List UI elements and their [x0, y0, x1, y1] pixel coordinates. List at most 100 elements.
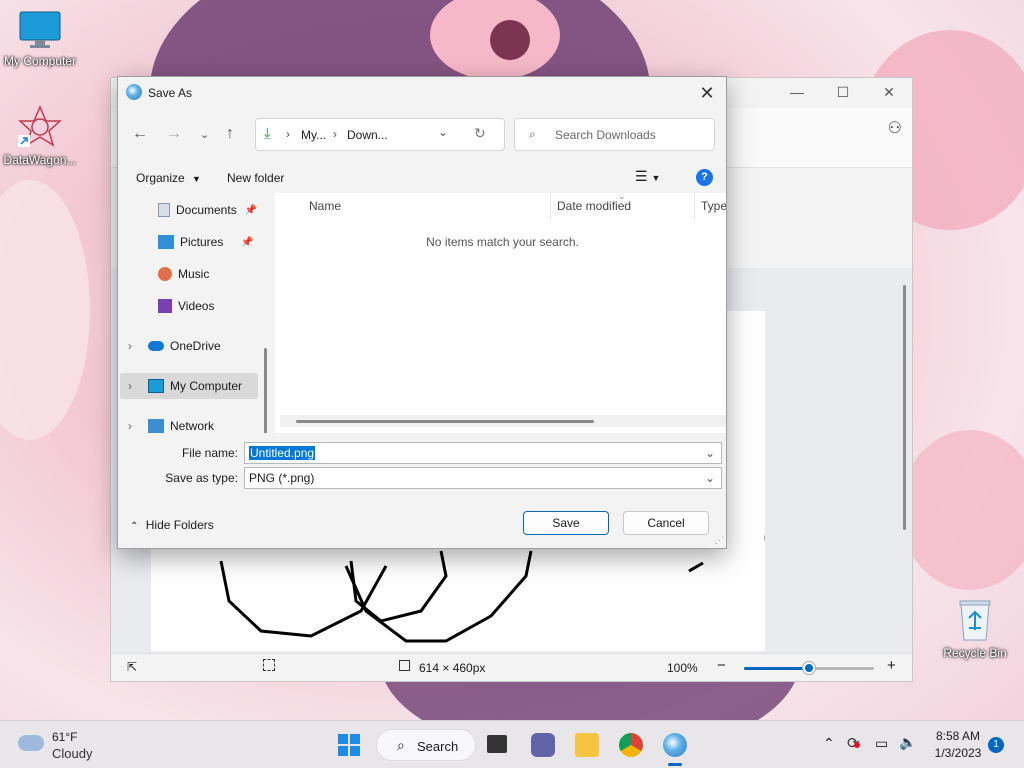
- monitor-icon: [18, 10, 62, 50]
- clock-date: 1/3/2023: [934, 746, 982, 760]
- maximize-icon[interactable]: ☐: [820, 78, 866, 108]
- column-header-date-modified[interactable]: Date modified: [557, 193, 631, 219]
- zoom-out-button[interactable]: −: [717, 657, 726, 674]
- chevron-down-icon[interactable]: ⌄: [705, 443, 715, 463]
- nav-item-label: Pictures: [180, 235, 224, 249]
- nav-item-label: Network: [170, 419, 215, 433]
- windows-logo-icon: [338, 734, 348, 744]
- search-box[interactable]: ⌕ Search Downloads: [514, 118, 715, 151]
- forward-arrow-icon[interactable]: →: [166, 125, 182, 143]
- view-options-icon[interactable]: ☰ ▼: [635, 168, 660, 185]
- taskbar-search-button[interactable]: ⌕ Search: [376, 729, 476, 761]
- sync-alert-icon[interactable]: ⟳: [847, 734, 860, 752]
- organize-button[interactable]: Organize ▼: [136, 171, 201, 185]
- new-folder-button[interactable]: New folder: [227, 171, 284, 185]
- nav-pane-scrollbar[interactable]: [264, 348, 267, 433]
- address-bar[interactable]: ⤓ › My... › Down... ⌄ ↻: [255, 118, 505, 151]
- canvas-size-label: 614 × 460px: [419, 661, 486, 675]
- taskbar-search-label: Search: [417, 739, 459, 754]
- share-icon[interactable]: ⚇: [888, 118, 902, 138]
- paint-titlebar-controls: — ☐ ✕: [732, 78, 912, 108]
- desktop-icon-datawagon[interactable]: DataWagon...: [0, 105, 80, 167]
- nav-item-my-computer[interactable]: › My Computer: [120, 373, 258, 399]
- dialog-nav-row: ← → ⌄ ↑ ⤓ › My... › Down... ⌄ ↻ ⌕ Search…: [118, 115, 726, 153]
- desktop-icon-recycle-bin[interactable]: Recycle Bin: [935, 598, 1015, 660]
- nav-item-pictures[interactable]: Pictures 📌: [120, 229, 258, 255]
- pin-icon: 📌: [244, 204, 258, 216]
- nav-item-label: My Computer: [170, 379, 243, 393]
- nav-item-music[interactable]: Music: [120, 261, 258, 287]
- weather-condition: Cloudy: [52, 746, 93, 761]
- chevron-down-icon: ▼: [192, 174, 201, 184]
- documents-icon: [158, 203, 170, 217]
- vertical-scrollbar[interactable]: [903, 285, 906, 530]
- cancel-button[interactable]: Cancel: [623, 511, 709, 535]
- save-type-select[interactable]: PNG (*.png) ⌄: [244, 467, 722, 489]
- nav-item-onedrive[interactable]: › OneDrive: [120, 333, 258, 359]
- address-dropdown-chevron-icon[interactable]: ⌄: [438, 125, 448, 139]
- nav-item-network[interactable]: › Network: [120, 413, 258, 433]
- horizontal-scrollbar[interactable]: [280, 415, 726, 427]
- dialog-title: Save As: [148, 86, 193, 100]
- column-header-name[interactable]: Name: [309, 193, 341, 219]
- windows-logo-icon: [338, 746, 348, 756]
- minimize-icon[interactable]: —: [774, 78, 820, 108]
- show-hidden-icons-chevron-icon[interactable]: ⌃: [823, 735, 835, 752]
- clock[interactable]: 8:58 AM 1/3/2023: [930, 729, 986, 760]
- breadcrumb-segment-my[interactable]: My...: [301, 128, 326, 142]
- command-bar: Organize ▼ New folder ☰ ▼ ?: [118, 163, 726, 193]
- horizontal-scrollbar-thumb[interactable]: [296, 420, 594, 423]
- notification-badge[interactable]: 1: [988, 737, 1004, 753]
- help-icon[interactable]: ?: [696, 169, 713, 186]
- network-status-icon[interactable]: ▭: [875, 735, 888, 752]
- back-arrow-icon[interactable]: ←: [132, 125, 148, 143]
- recycle-bin-icon: [957, 598, 993, 642]
- search-icon: ⌕: [529, 127, 536, 141]
- task-view-icon[interactable]: [487, 735, 507, 753]
- nav-item-videos[interactable]: Videos: [120, 293, 258, 319]
- teams-chat-icon[interactable]: [531, 733, 555, 757]
- organize-label: Organize: [136, 171, 185, 185]
- breadcrumb-segment-downloads[interactable]: Down...: [347, 128, 388, 142]
- recent-locations-chevron-icon[interactable]: ⌄: [200, 128, 209, 141]
- hide-folders-label: Hide Folders: [145, 518, 214, 532]
- expand-chevron-icon[interactable]: ›: [128, 419, 148, 433]
- search-icon: ⌕: [397, 737, 405, 753]
- desktop-icon-my-computer[interactable]: My Computer: [0, 10, 80, 68]
- active-app-indicator: [668, 763, 682, 766]
- expand-chevron-icon[interactable]: ›: [128, 339, 148, 353]
- zoom-in-button[interactable]: +: [887, 657, 896, 674]
- start-button[interactable]: [338, 734, 360, 756]
- desktop-icon-label: Recycle Bin: [943, 646, 1007, 660]
- cloud-icon: [18, 735, 44, 751]
- zoom-level-label: 100%: [667, 661, 698, 675]
- resize-grip-icon[interactable]: ⋰: [715, 535, 724, 546]
- zoom-slider[interactable]: [744, 662, 874, 674]
- navigation-pane: Documents 📌 Pictures 📌 Music Videos › On…: [118, 193, 273, 433]
- expand-chevron-icon[interactable]: ›: [128, 379, 148, 393]
- file-name-row: File name: Untitled.png ⌄: [118, 442, 726, 464]
- chrome-icon[interactable]: [619, 733, 643, 757]
- save-button[interactable]: Save: [523, 511, 609, 535]
- refresh-icon[interactable]: ↻: [474, 125, 486, 142]
- nav-item-label: Music: [178, 267, 210, 281]
- up-arrow-icon[interactable]: ↑: [226, 125, 234, 143]
- column-header-type[interactable]: Type: [701, 193, 726, 219]
- dialog-titlebar: Save As ✕: [118, 77, 726, 109]
- column-divider: [694, 193, 695, 219]
- chevron-down-icon[interactable]: ⌄: [705, 468, 715, 488]
- file-name-input[interactable]: Untitled.png ⌄: [244, 442, 722, 464]
- paint-taskbar-icon[interactable]: [663, 733, 687, 757]
- breadcrumb-separator-icon: ›: [333, 127, 337, 141]
- zoom-slider-thumb[interactable]: [803, 662, 815, 674]
- volume-icon[interactable]: 🔈: [899, 734, 916, 751]
- hide-folders-button[interactable]: ⌃ Hide Folders: [130, 518, 214, 532]
- save-type-row: Save as type: PNG (*.png) ⌄: [118, 467, 726, 489]
- nav-item-documents[interactable]: Documents 📌: [120, 197, 258, 223]
- weather-temp: 61°F: [52, 730, 78, 744]
- dialog-close-button[interactable]: ✕: [694, 80, 720, 106]
- close-icon[interactable]: ✕: [866, 78, 912, 108]
- file-explorer-icon[interactable]: [575, 733, 599, 757]
- desktop-icon-label: My Computer: [3, 54, 77, 68]
- nav-item-label: Videos: [178, 299, 215, 313]
